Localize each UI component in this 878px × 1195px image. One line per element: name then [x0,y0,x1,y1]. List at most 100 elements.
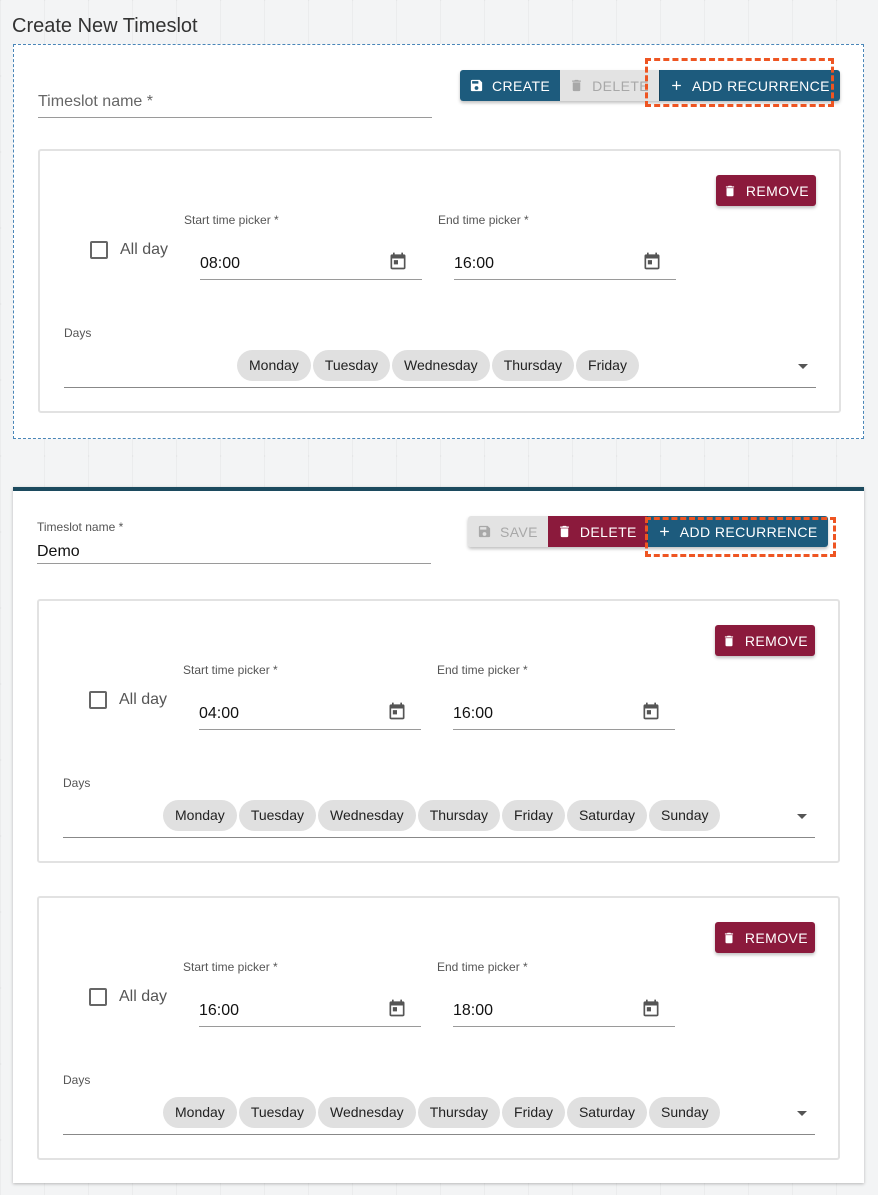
all-day-checkbox[interactable]: All day [89,691,167,709]
timeslot-name-label: Timeslot name * [37,520,124,534]
trash-icon [560,525,569,538]
checkbox-icon[interactable] [90,241,108,259]
start-time-picker[interactable]: Start time picker * 16:00 [183,960,421,1027]
start-time-label: Start time picker * [184,213,279,227]
days-select[interactable]: Monday Tuesday Wednesday Thursday Friday [64,347,816,388]
checkbox-icon[interactable] [89,988,107,1006]
caret-down-icon[interactable] [797,1111,807,1116]
day-chip: Friday [502,1097,565,1128]
add-recurrence-label: ADD RECURRENCE [692,77,830,94]
end-time-picker[interactable]: End time picker * 16:00 [437,663,675,730]
delete-button[interactable]: DELETE [547,516,647,547]
days-label: Days [63,776,91,790]
delete-button-label: DELETE [579,523,637,540]
day-chip: Tuesday [238,800,316,831]
remove-recurrence-button[interactable]: REMOVE [714,922,815,953]
remove-recurrence-button[interactable]: REMOVE [714,625,815,656]
days-select[interactable]: Monday Tuesday Wednesday Thursday Friday… [63,797,815,838]
start-time-value: 04:00 [199,705,240,722]
timeslot-name-input[interactable]: Timeslot name * [38,91,432,118]
checkbox-icon[interactable] [89,691,107,709]
end-time-label: End time picker * [438,213,529,227]
end-time-label: End time picker * [437,663,528,677]
trash-icon [725,185,735,196]
plus-icon [672,81,681,90]
calendar-icon[interactable] [387,701,407,721]
start-time-label: Start time picker * [183,960,278,974]
day-chip: Wednesday [318,800,416,831]
all-day-checkbox[interactable]: All day [89,988,167,1006]
recurrence-card: REMOVE All day Start time picker * 08:00… [38,149,841,413]
add-recurrence-button[interactable]: ADD RECURRENCE [659,70,840,101]
remove-recurrence-button[interactable]: REMOVE [715,175,816,206]
new-timeslot-panel: Timeslot name * CREATE DELETE ADD RECURR… [13,44,864,439]
floppy-icon [478,525,491,538]
save-button-label: SAVE [500,523,538,540]
day-chip: Thursday [417,1097,501,1128]
all-day-label: All day [120,241,169,258]
trash-icon [724,635,734,646]
day-chip: Saturday [566,800,647,831]
timeslot-actions: SAVE DELETE ADD RECURRENCE [468,516,828,547]
days-label: Days [64,326,92,340]
end-time-picker[interactable]: End time picker * 16:00 [438,213,676,280]
recurrence-card: REMOVE All day Start time picker * 04:00… [37,599,840,863]
all-day-label: All day [119,988,168,1005]
day-chip: Tuesday [238,1097,316,1128]
days-chips: Monday Tuesday Wednesday Thursday Friday [237,350,639,381]
delete-button-label: DELETE [592,77,650,94]
days-chips: Monday Tuesday Wednesday Thursday Friday… [163,800,721,831]
start-time-value: 08:00 [200,255,241,272]
calendar-icon[interactable] [641,701,661,721]
recurrence-card: REMOVE All day Start time picker * 16:00… [37,896,840,1160]
create-button[interactable]: CREATE [460,70,561,101]
calendar-icon[interactable] [388,251,408,271]
day-chip: Monday [163,1097,237,1128]
start-time-picker[interactable]: Start time picker * 08:00 [184,213,422,280]
end-time-value: 16:00 [454,255,495,272]
demo-timeslot-panel: Timeslot name * Demo SAVE DELETE ADD REC… [13,487,864,1183]
timeslot-name-placeholder: Timeslot name * [38,93,153,110]
all-day-checkbox[interactable]: All day [90,241,168,259]
start-time-picker[interactable]: Start time picker * 04:00 [183,663,421,730]
remove-label: REMOVE [745,182,809,199]
floppy-icon [470,79,483,92]
delete-button[interactable]: DELETE [560,70,660,101]
day-chip: Friday [502,800,565,831]
end-time-label: End time picker * [437,960,528,974]
day-chip: Monday [163,800,237,831]
end-time-value: 18:00 [453,1002,494,1019]
calendar-icon[interactable] [641,998,661,1018]
day-chip: Monday [237,350,311,381]
days-select[interactable]: Monday Tuesday Wednesday Thursday Friday… [63,1094,815,1135]
timeslot-name-value: Demo [37,543,80,560]
timeslot-actions: CREATE DELETE ADD RECURRENCE [460,70,840,101]
plus-icon [659,527,669,536]
add-recurrence-button[interactable]: ADD RECURRENCE [646,516,828,547]
days-label: Days [63,1073,91,1087]
day-chip: Sunday [649,1097,721,1128]
add-recurrence-label: ADD RECURRENCE [679,523,818,540]
calendar-icon[interactable] [642,251,662,271]
remove-label: REMOVE [744,929,808,946]
remove-label: REMOVE [744,632,808,649]
end-time-picker[interactable]: End time picker * 18:00 [437,960,675,1027]
end-time-value: 16:00 [453,705,494,722]
day-chip: Saturday [566,1097,647,1128]
all-day-label: All day [119,691,168,708]
create-button-label: CREATE [492,77,551,94]
save-button[interactable]: SAVE [468,516,548,547]
day-chip: Thursday [491,350,575,381]
day-chip: Sunday [649,800,721,831]
day-chip: Friday [576,350,639,381]
trash-icon [572,79,582,92]
caret-down-icon[interactable] [797,814,807,819]
day-chip: Wednesday [318,1097,416,1128]
calendar-icon[interactable] [387,998,407,1018]
start-time-label: Start time picker * [183,663,278,677]
day-chip: Wednesday [392,350,490,381]
caret-down-icon[interactable] [798,364,808,369]
days-chips: Monday Tuesday Wednesday Thursday Friday… [163,1097,721,1128]
day-chip: Tuesday [312,350,390,381]
timeslot-name-input[interactable]: Timeslot name * Demo [37,515,431,564]
